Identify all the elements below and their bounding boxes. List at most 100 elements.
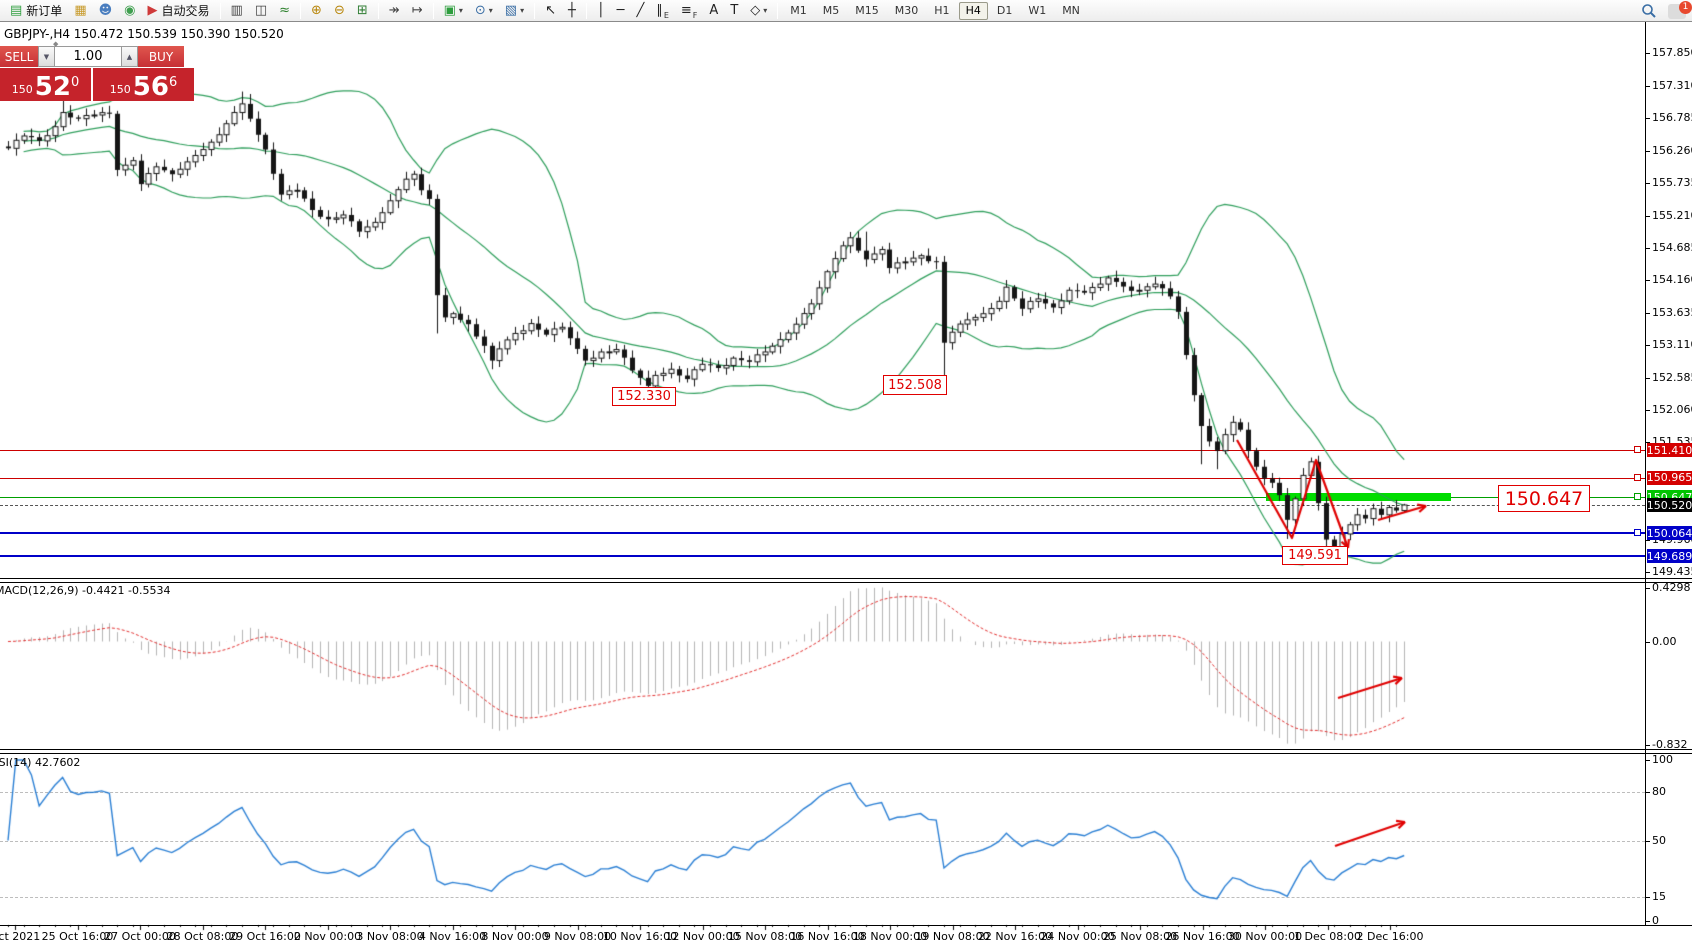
- axis-tick-label: 153.110: [1652, 338, 1692, 351]
- timeframe-d1-button[interactable]: D1: [990, 2, 1019, 20]
- axis-tick: [1645, 642, 1650, 643]
- signals-button[interactable]: ◉: [119, 1, 140, 21]
- notifications-icon[interactable]: 1: [1668, 4, 1686, 19]
- axis-tick-label: 154.160: [1652, 273, 1692, 286]
- charts-button[interactable]: ▦: [69, 1, 91, 21]
- axis-tick: [1645, 53, 1650, 54]
- timeframe-h4-button[interactable]: H4: [959, 2, 988, 20]
- search-icon[interactable]: [1640, 2, 1658, 20]
- buy-button[interactable]: BUY: [138, 46, 184, 67]
- trendline-tool-button[interactable]: ╱: [632, 1, 650, 21]
- new-order-button[interactable]: ▤新订单: [5, 1, 67, 21]
- dropdown-caret-icon[interactable]: ▾: [489, 6, 493, 15]
- new-chart-button[interactable]: ▣▾: [439, 1, 468, 21]
- shapes-tool-button[interactable]: ◇▾: [745, 1, 772, 21]
- candlestick-mode-button[interactable]: ◫: [250, 1, 272, 21]
- volume-increase-button[interactable]: ▲: [121, 46, 138, 67]
- pane-separator[interactable]: [0, 749, 1692, 750]
- line-chart-mode-button[interactable]: ≈: [274, 1, 295, 21]
- pane-separator[interactable]: [0, 753, 1692, 754]
- bar-chart-mode-icon: ▥: [231, 4, 243, 17]
- sell-button[interactable]: SELL: [0, 46, 38, 67]
- pane-separator[interactable]: [0, 925, 1692, 926]
- tile-windows-button[interactable]: ⊞: [352, 1, 373, 21]
- channel-tool-icon: ∥: [656, 4, 663, 17]
- ask-main: 56: [133, 76, 169, 98]
- pane-separator[interactable]: [0, 582, 1692, 583]
- period-icon: ⊙: [475, 4, 486, 17]
- zoom-group: ⊕⊖⊞: [305, 0, 374, 22]
- chart-shift-button[interactable]: ↦: [407, 1, 428, 21]
- symbol-ohlc-label: GBPJPY-,H4 150.472 150.539 150.390 150.5…: [4, 27, 284, 41]
- timeframe-m15-button[interactable]: M15: [848, 2, 886, 20]
- label-tool-button[interactable]: T: [725, 1, 743, 21]
- pane-separator[interactable]: [0, 578, 1692, 579]
- ask-price-display[interactable]: 150 56 6: [93, 68, 194, 101]
- vertical-line-tool-button[interactable]: │: [592, 1, 610, 21]
- template-button[interactable]: ▧▾: [500, 1, 529, 21]
- crosshair-tool-button[interactable]: ┼: [563, 1, 581, 21]
- timeframe-m5-button[interactable]: M5: [816, 2, 847, 20]
- tool-subscript: F: [693, 11, 698, 20]
- toolbar-separator: [378, 3, 379, 19]
- axis-tick-label: 153.635: [1652, 306, 1692, 319]
- timeline-label: 4 Nov 16:00: [419, 930, 486, 943]
- bid-price-display[interactable]: 150 52 0: [0, 68, 91, 101]
- fibonacci-tool-button[interactable]: ≡F: [676, 1, 703, 21]
- axis-tick: [1645, 378, 1650, 379]
- axis-tick-label: 155.735: [1652, 176, 1692, 189]
- bar-chart-mode-button[interactable]: ▥: [226, 1, 248, 21]
- text-tool-icon: A: [709, 4, 718, 17]
- ask-sup: 6: [169, 78, 177, 88]
- price-annotation[interactable]: 149.591: [1282, 546, 1348, 565]
- toolbar: ▤新订单▦☻◉▶自动交易▥◫≈⊕⊖⊞↠↦▣▾⊙▾▧▾↖┼│─╱∥E≡FAT◇▾M…: [0, 0, 1692, 22]
- auto-trading-button-label: 自动交易: [162, 2, 210, 19]
- axis-tick: [1645, 313, 1650, 314]
- zoom-out-button[interactable]: ⊖: [329, 1, 350, 21]
- price-annotation[interactable]: 150.647: [1498, 485, 1590, 512]
- timeframe-mn-button[interactable]: MN: [1055, 2, 1087, 20]
- line-anchor-square[interactable]: [1634, 446, 1641, 453]
- auto-trading-button[interactable]: ▶ 自动交易: [143, 1, 215, 21]
- timeframe-h1-button[interactable]: H1: [927, 2, 956, 20]
- axis-tick: [1645, 280, 1650, 281]
- dropdown-caret-icon[interactable]: ▾: [520, 6, 524, 15]
- crosshair-tool-icon: ┼: [568, 4, 576, 17]
- timeline-label: 29 Oct 16:00: [229, 930, 301, 943]
- bid-sup: 0: [71, 78, 79, 88]
- dropdown-caret-icon[interactable]: ▾: [763, 6, 767, 15]
- profile-button[interactable]: ☻: [94, 1, 118, 21]
- line-anchor-square[interactable]: [1634, 474, 1641, 481]
- charts-icon: ▦: [74, 4, 86, 17]
- timeframe-w1-button[interactable]: W1: [1021, 2, 1053, 20]
- line-anchor-square[interactable]: [1634, 493, 1641, 500]
- text-tool-button[interactable]: A: [704, 1, 723, 21]
- auto-scroll-button[interactable]: ↠: [384, 1, 405, 21]
- price-annotation[interactable]: 152.508: [883, 375, 947, 395]
- panel-collapse-icon[interactable]: ◆: [53, 40, 58, 48]
- axis-tick-label: -0.832: [1652, 738, 1687, 751]
- vertical-line-tool-icon: │: [597, 4, 605, 17]
- new-chart-icon: ▣: [444, 4, 456, 17]
- toolbar-separator: [534, 3, 535, 19]
- cursor-tool-button[interactable]: ↖: [540, 1, 561, 21]
- dropdown-caret-icon[interactable]: ▾: [459, 6, 463, 15]
- timeframe-m1-button[interactable]: M1: [783, 2, 814, 20]
- period-button[interactable]: ⊙▾: [470, 1, 498, 21]
- zoom-in-button[interactable]: ⊕: [306, 1, 327, 21]
- axis-tick-label: 157.850: [1652, 46, 1692, 59]
- price-annotation[interactable]: 152.330: [612, 387, 676, 406]
- auto-trading-icon: ▶: [148, 4, 158, 17]
- volume-decrease-button[interactable]: ▼: [38, 46, 55, 67]
- axis-tick: [1645, 118, 1650, 119]
- axis-tick: [1645, 410, 1650, 411]
- horizontal-line-tool-button[interactable]: ─: [612, 1, 630, 21]
- price-chart-canvas[interactable]: [0, 22, 1645, 948]
- timeframe-m30-button[interactable]: M30: [888, 2, 926, 20]
- line-anchor-square[interactable]: [1634, 529, 1641, 536]
- profile-icon: ☻: [99, 4, 113, 17]
- candlestick-mode-icon: ◫: [255, 4, 267, 17]
- volume-input[interactable]: [55, 46, 121, 67]
- channel-tool-button[interactable]: ∥E: [651, 1, 674, 21]
- price-badge-151.410: 151.410: [1647, 443, 1692, 457]
